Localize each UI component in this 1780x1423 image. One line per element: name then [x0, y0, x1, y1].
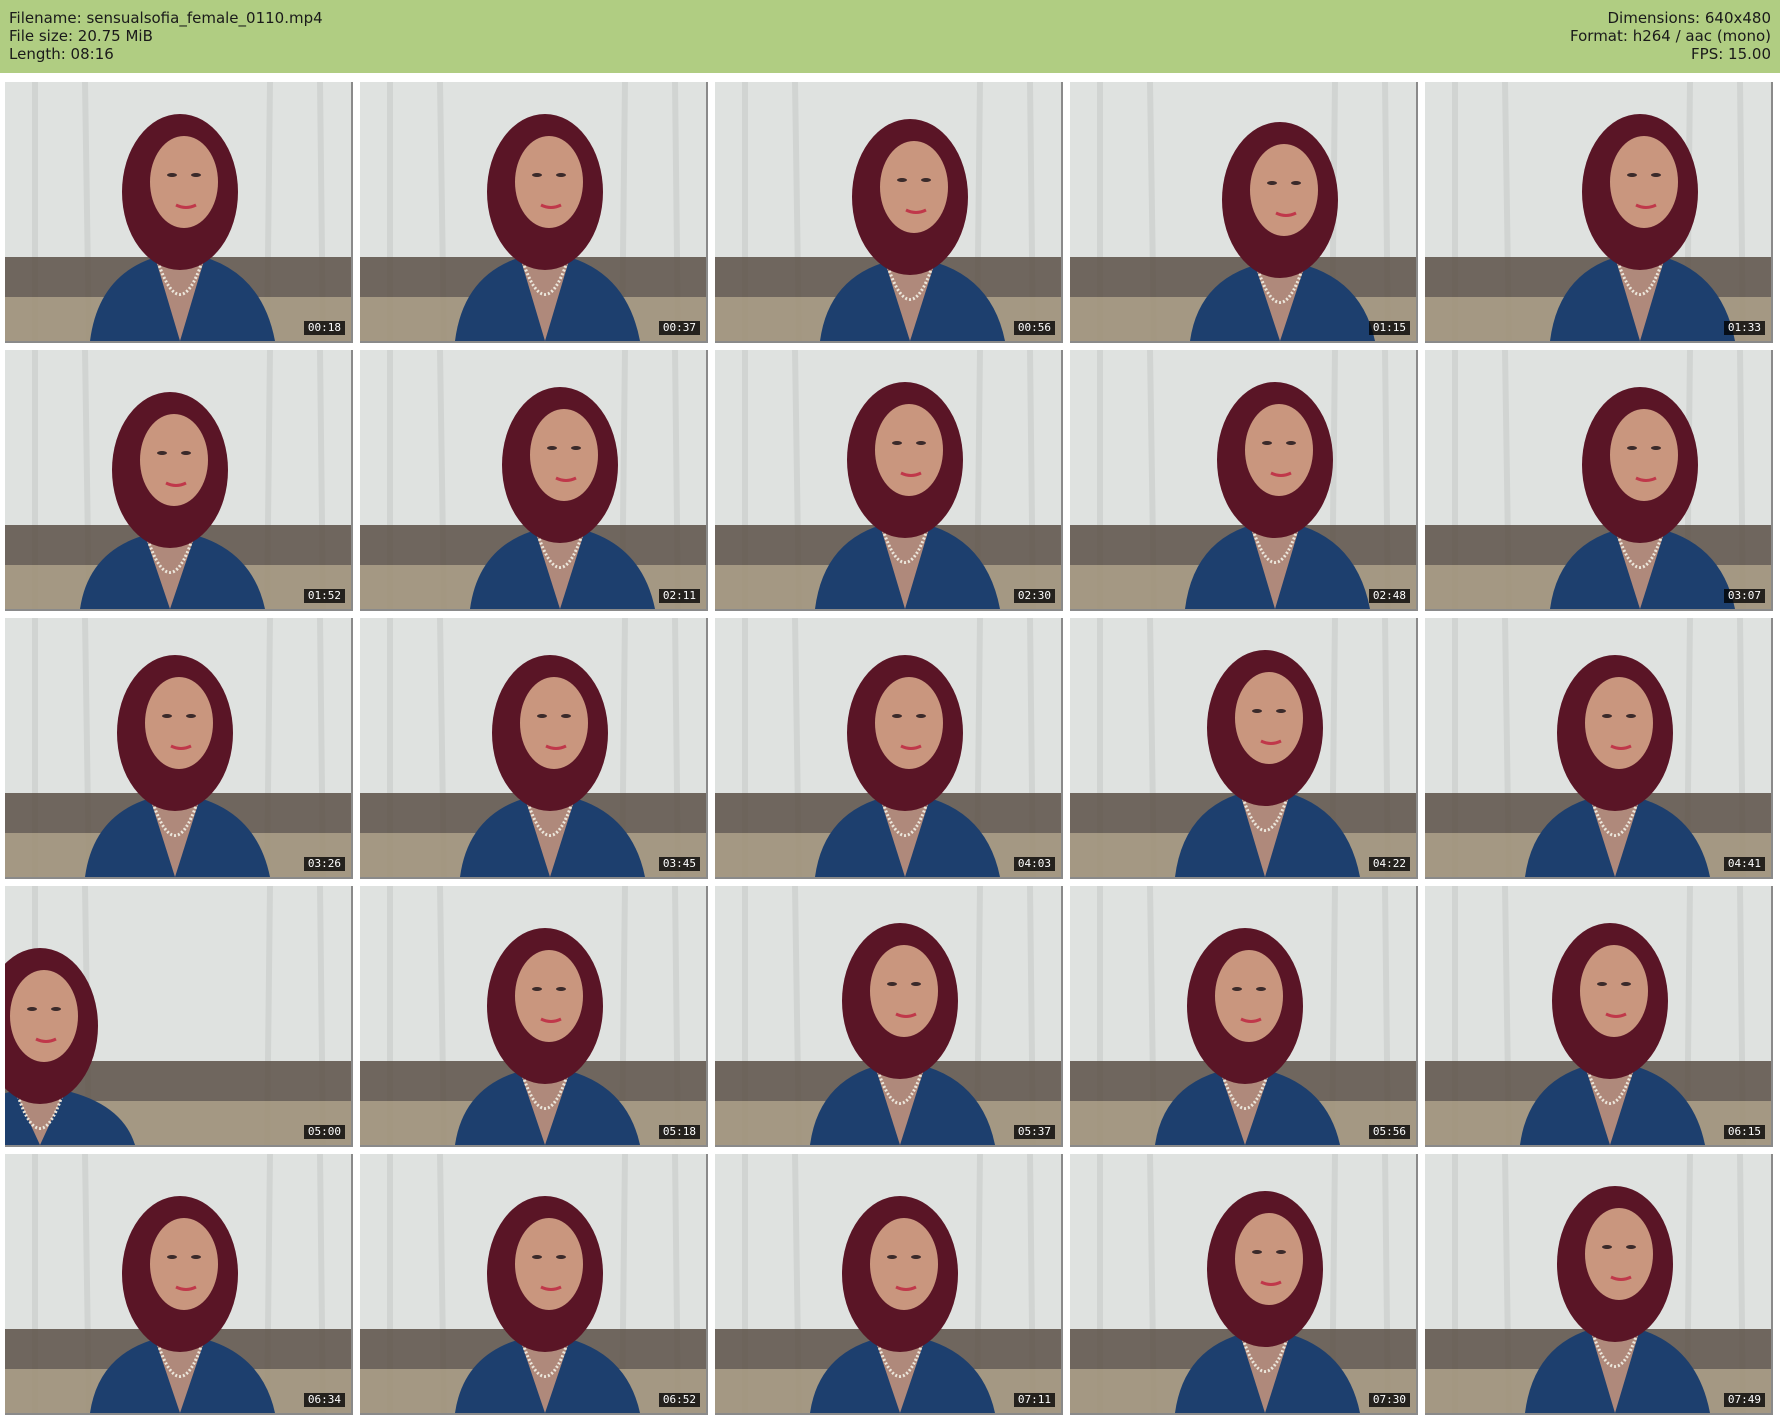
- thumbnail-frame[interactable]: 05:56: [1070, 886, 1418, 1147]
- frame-image: [360, 82, 706, 341]
- frame-image: [1070, 82, 1416, 341]
- info-header: Filename: sensualsofia_female_0110.mp4 F…: [0, 0, 1780, 73]
- frame-image: [715, 350, 1061, 609]
- timestamp-label: 04:03: [1013, 857, 1055, 871]
- timestamp-label: 00:37: [658, 321, 700, 335]
- frame-image: [5, 1154, 351, 1413]
- thumbnail-frame[interactable]: 02:11: [360, 350, 708, 611]
- frame-image: [360, 618, 706, 877]
- thumbnail-frame[interactable]: 06:52: [360, 1154, 708, 1415]
- length-text: Length: 08:16: [9, 45, 114, 63]
- thumbnail-frame[interactable]: 07:30: [1070, 1154, 1418, 1415]
- thumbnail-frame[interactable]: 04:41: [1425, 618, 1773, 879]
- timestamp-label: 07:30: [1368, 1393, 1410, 1407]
- timestamp-label: 04:41: [1723, 857, 1765, 871]
- fps-text: FPS: 15.00: [1691, 45, 1771, 63]
- thumbnail-frame[interactable]: 00:18: [5, 82, 353, 343]
- timestamp-label: 02:48: [1368, 589, 1410, 603]
- frame-image: [1425, 82, 1771, 341]
- thumbnail-frame[interactable]: 07:11: [715, 1154, 1063, 1415]
- timestamp-label: 04:22: [1368, 857, 1410, 871]
- thumbnail-frame[interactable]: 03:26: [5, 618, 353, 879]
- thumbnail-frame[interactable]: 06:34: [5, 1154, 353, 1415]
- frame-image: [5, 82, 351, 341]
- timestamp-label: 01:52: [303, 589, 345, 603]
- timestamp-label: 07:11: [1013, 1393, 1055, 1407]
- thumbnail-frame[interactable]: 03:45: [360, 618, 708, 879]
- file-size-text: File size: 20.75 MiB: [9, 27, 153, 45]
- video-info: Dimensions: 640x480 Format: h264 / aac (…: [1570, 9, 1771, 63]
- frame-image: [360, 1154, 706, 1413]
- timestamp-label: 00:56: [1013, 321, 1055, 335]
- thumbnail-frame[interactable]: 00:56: [715, 82, 1063, 343]
- thumbnail-frame[interactable]: 01:52: [5, 350, 353, 611]
- frame-image: [1425, 350, 1771, 609]
- thumbnail-frame[interactable]: 07:49: [1425, 1154, 1773, 1415]
- thumbnail-frame[interactable]: 05:37: [715, 886, 1063, 1147]
- thumbnail-frame[interactable]: 05:00: [5, 886, 353, 1147]
- timestamp-label: 01:33: [1723, 321, 1765, 335]
- thumbnail-frame[interactable]: 04:03: [715, 618, 1063, 879]
- frame-image: [1070, 886, 1416, 1145]
- format-text: Format: h264 / aac (mono): [1570, 27, 1771, 45]
- timestamp-label: 05:00: [303, 1125, 345, 1139]
- thumbnail-frame[interactable]: 02:30: [715, 350, 1063, 611]
- frame-image: [1425, 886, 1771, 1145]
- dimensions-text: Dimensions: 640x480: [1607, 9, 1771, 27]
- thumbnail-frame[interactable]: 02:48: [1070, 350, 1418, 611]
- filename-text: Filename: sensualsofia_female_0110.mp4: [9, 9, 323, 27]
- frame-image: [1425, 1154, 1771, 1413]
- timestamp-label: 06:15: [1723, 1125, 1765, 1139]
- frame-image: [715, 618, 1061, 877]
- thumbnail-frame[interactable]: 01:15: [1070, 82, 1418, 343]
- thumbnail-frame[interactable]: 01:33: [1425, 82, 1773, 343]
- timestamp-label: 05:18: [658, 1125, 700, 1139]
- timestamp-label: 03:26: [303, 857, 345, 871]
- timestamp-label: 06:52: [658, 1393, 700, 1407]
- timestamp-label: 00:18: [303, 321, 345, 335]
- frame-image: [5, 350, 351, 609]
- file-info: Filename: sensualsofia_female_0110.mp4 F…: [9, 9, 323, 63]
- thumbnail-frame[interactable]: 06:15: [1425, 886, 1773, 1147]
- frame-image: [715, 886, 1061, 1145]
- timestamp-label: 03:07: [1723, 589, 1765, 603]
- frame-image: [360, 350, 706, 609]
- thumbnail-frame[interactable]: 04:22: [1070, 618, 1418, 879]
- frame-image: [360, 886, 706, 1145]
- thumbnail-frame[interactable]: 03:07: [1425, 350, 1773, 611]
- frame-image: [5, 618, 351, 877]
- timestamp-label: 02:30: [1013, 589, 1055, 603]
- timestamp-label: 05:37: [1013, 1125, 1055, 1139]
- timestamp-label: 03:45: [658, 857, 700, 871]
- thumbnail-grid: 00:18 00:37 00:56 01:15 01:33 01:52 02:11 02:30…: [5, 82, 1775, 1418]
- timestamp-label: 05:56: [1368, 1125, 1410, 1139]
- timestamp-label: 02:11: [658, 589, 700, 603]
- frame-image: [1070, 350, 1416, 609]
- thumbnail-frame[interactable]: 05:18: [360, 886, 708, 1147]
- thumbnail-frame[interactable]: 00:37: [360, 82, 708, 343]
- timestamp-label: 01:15: [1368, 321, 1410, 335]
- frame-image: [1425, 618, 1771, 877]
- frame-image: [1070, 1154, 1416, 1413]
- frame-image: [5, 886, 351, 1145]
- timestamp-label: 06:34: [303, 1393, 345, 1407]
- frame-image: [715, 82, 1061, 341]
- frame-image: [1070, 618, 1416, 877]
- timestamp-label: 07:49: [1723, 1393, 1765, 1407]
- frame-image: [715, 1154, 1061, 1413]
